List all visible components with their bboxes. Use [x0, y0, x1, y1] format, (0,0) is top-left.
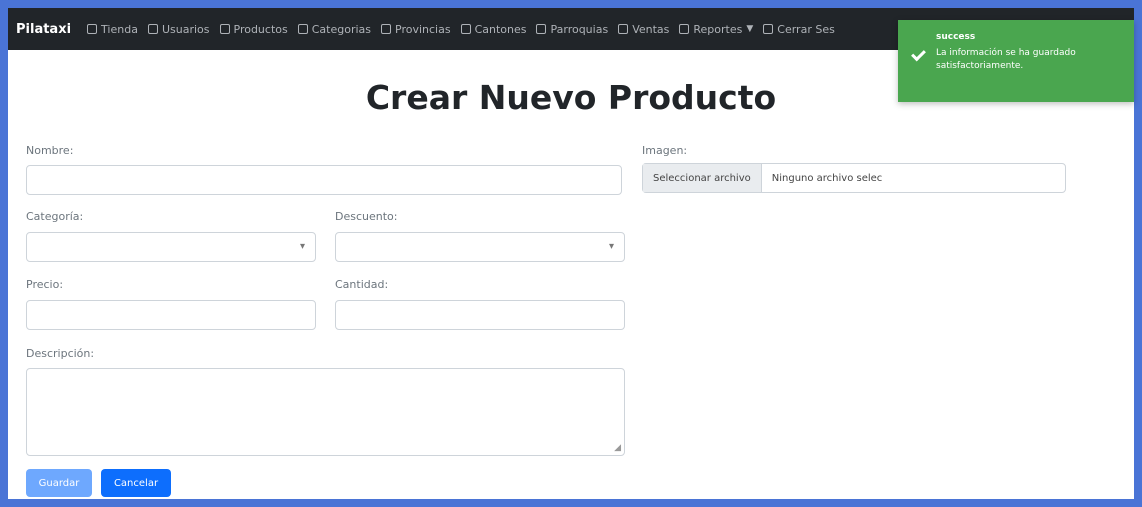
- descripcion-textarea[interactable]: ◢: [26, 368, 625, 456]
- nav-item-usuarios[interactable]: Usuarios: [147, 23, 210, 36]
- nav-item-provincias[interactable]: Provincias: [381, 23, 451, 36]
- cantidad-label: Cantidad:: [335, 278, 389, 291]
- map-pin-icon: [381, 24, 391, 34]
- store-icon: [87, 24, 98, 34]
- nombre-label: Nombre:: [26, 144, 74, 157]
- imagen-label: Imagen:: [642, 144, 688, 157]
- brand[interactable]: Pilataxi: [16, 22, 71, 37]
- report-icon: [679, 24, 690, 34]
- toast-title: success: [936, 32, 976, 42]
- columns-icon: [460, 24, 471, 34]
- precio-input[interactable]: [26, 300, 316, 330]
- precio-label: Precio:: [26, 278, 64, 291]
- nombre-input[interactable]: [26, 165, 622, 195]
- tag-icon: [297, 24, 308, 34]
- save-button[interactable]: Guardar: [26, 469, 92, 497]
- box-icon: [219, 24, 230, 34]
- success-toast[interactable]: success La información se ha guardado sa…: [898, 20, 1134, 102]
- nav-item-tienda[interactable]: Tienda: [87, 23, 138, 36]
- resize-handle-icon[interactable]: ◢: [614, 443, 621, 453]
- categoria-select[interactable]: ▾: [26, 232, 316, 262]
- cancel-button[interactable]: Cancelar: [101, 469, 171, 497]
- nav-item-cerrar-sesion[interactable]: Cerrar Ses: [763, 23, 835, 36]
- nav-item-reportes[interactable]: Reportes ▼: [679, 23, 753, 36]
- imagen-file-input[interactable]: Seleccionar archivo Ninguno archivo sele…: [642, 163, 1066, 193]
- caret-down-icon: ▼: [746, 24, 754, 34]
- cantidad-input[interactable]: [335, 300, 625, 330]
- descripcion-label: Descripción:: [26, 347, 95, 360]
- globe-icon: [618, 24, 629, 34]
- nav-item-parroquias[interactable]: Parroquias: [536, 23, 608, 36]
- users-icon: [147, 24, 158, 34]
- descuento-select[interactable]: ▾: [335, 232, 625, 262]
- toast-message: La información se ha guardado satisfacto…: [936, 48, 1076, 71]
- select-file-button[interactable]: Seleccionar archivo: [643, 164, 762, 192]
- descuento-label: Descuento:: [335, 210, 398, 223]
- nav-item-productos[interactable]: Productos: [219, 23, 288, 36]
- nav-item-ventas[interactable]: Ventas: [618, 23, 669, 36]
- categoria-label: Categoría:: [26, 210, 84, 223]
- person-icon: [536, 24, 547, 34]
- chevron-down-icon: ▾: [299, 241, 305, 252]
- nav-item-cantones[interactable]: Cantones: [460, 23, 526, 36]
- nav-item-categorias[interactable]: Categorias: [297, 23, 371, 36]
- chevron-down-icon: ▾: [608, 241, 614, 252]
- file-status: Ninguno archivo selec: [771, 172, 883, 184]
- logout-icon: [763, 24, 774, 34]
- check-icon: [911, 46, 926, 62]
